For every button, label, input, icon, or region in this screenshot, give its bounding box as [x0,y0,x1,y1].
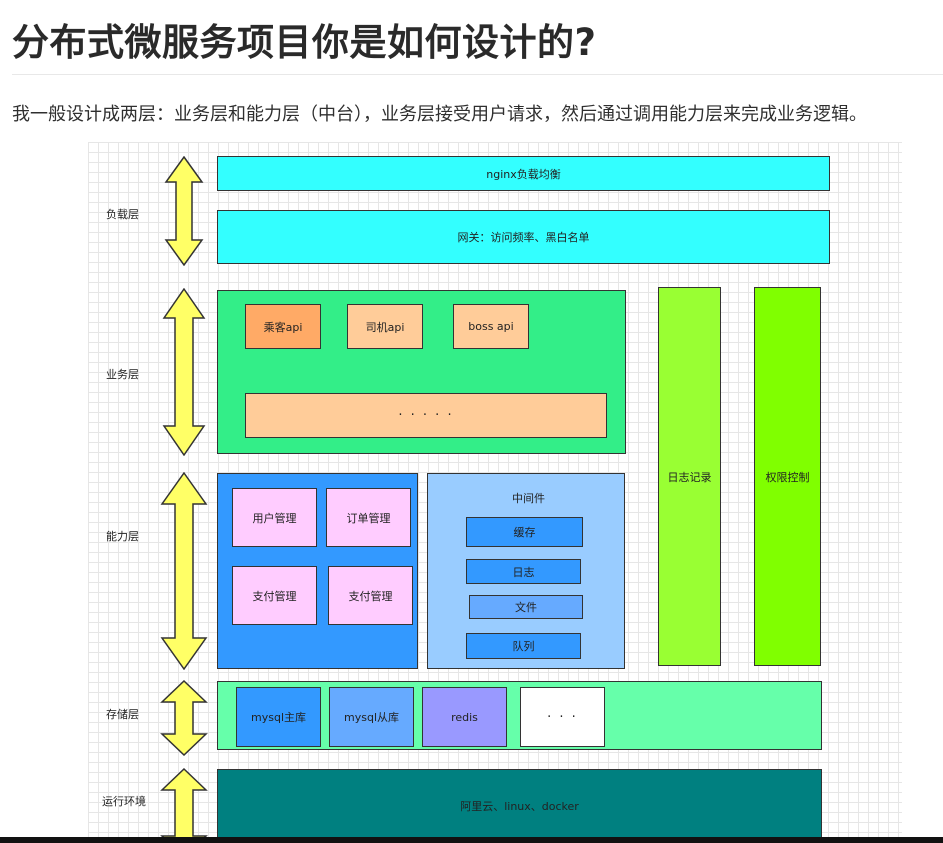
double-arrow-storage [160,680,208,756]
redis-box: redis [422,687,507,747]
bottom-edge-bar [0,837,943,843]
double-arrow-capability [160,472,208,670]
layer-label-capability: 能力层 [106,530,139,543]
queue-box: 队列 [466,633,581,659]
divider [12,74,943,75]
architecture-diagram: 负载层 业务层 能力层 存储层 运行环境 nginx负载均衡 网关：访问频率、黑… [88,142,902,843]
runtime-environment-box: 阿里云、linux、docker [217,769,822,843]
more-storage-box: · · · [520,687,605,747]
intro-paragraph: 我一般设计成两层：业务层和能力层（中台），业务层接受用户请求，然后通过调用能力层… [12,104,867,125]
user-management-box: 用户管理 [232,488,317,547]
log-box: 日志 [466,559,581,584]
logging-column: 日志记录 [658,287,721,666]
permission-control-column: 权限控制 [754,287,821,666]
mysql-slave-box: mysql从库 [329,687,414,747]
page-title: 分布式微服务项目你是如何设计的? [12,21,597,64]
file-box: 文件 [469,595,583,619]
layer-label-storage: 存储层 [106,708,139,721]
middleware-title: 中间件 [512,492,545,505]
double-arrow-load [164,156,204,266]
layer-label-business: 业务层 [106,368,139,381]
payment-management-box-2: 支付管理 [328,566,413,625]
double-arrow-runtime [160,768,208,843]
layer-label-runtime: 运行环境 [102,795,146,808]
order-management-box: 订单管理 [326,488,411,547]
mysql-master-box: mysql主库 [236,687,321,747]
payment-management-box-1: 支付管理 [232,566,317,625]
passenger-api-box: 乘客api [245,304,321,349]
double-arrow-business [162,288,206,456]
gateway-box: 网关：访问频率、黑白名单 [217,210,830,264]
driver-api-box: 司机api [347,304,423,349]
layer-label-load: 负载层 [106,208,139,221]
boss-api-box: boss api [453,304,529,349]
cache-box: 缓存 [466,517,583,547]
nginx-load-balancer-box: nginx负载均衡 [217,156,830,191]
more-apis-box: · · · · · [245,393,607,438]
